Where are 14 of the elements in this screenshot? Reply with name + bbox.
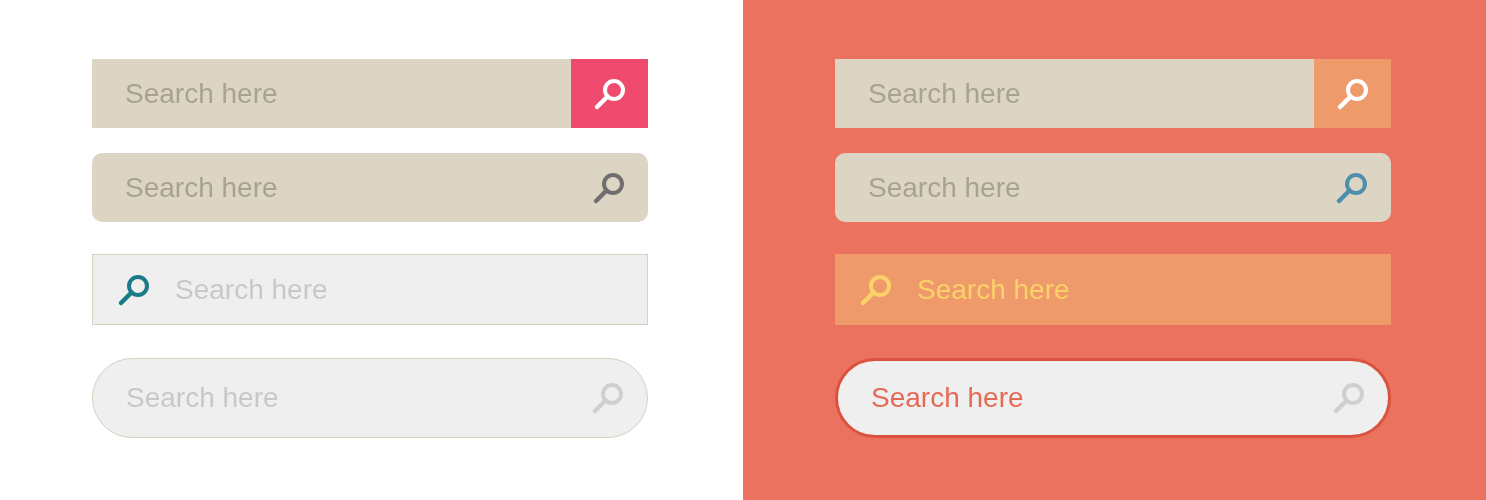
search-button[interactable] [1314,59,1391,128]
search-input[interactable]: Search here [917,268,1367,311]
search-input[interactable]: Search here [871,377,1308,419]
search-icon [592,170,626,205]
search-icon [591,381,625,415]
search-button[interactable] [571,59,648,128]
search-icon [1335,76,1370,111]
search-icon [859,272,893,307]
search-icon [1335,170,1369,205]
search-icon [592,76,627,111]
search-field[interactable]: Search here [835,358,1391,438]
search-field[interactable]: Search here [835,254,1391,325]
search-icon [1332,381,1366,415]
search-icon [117,272,151,307]
